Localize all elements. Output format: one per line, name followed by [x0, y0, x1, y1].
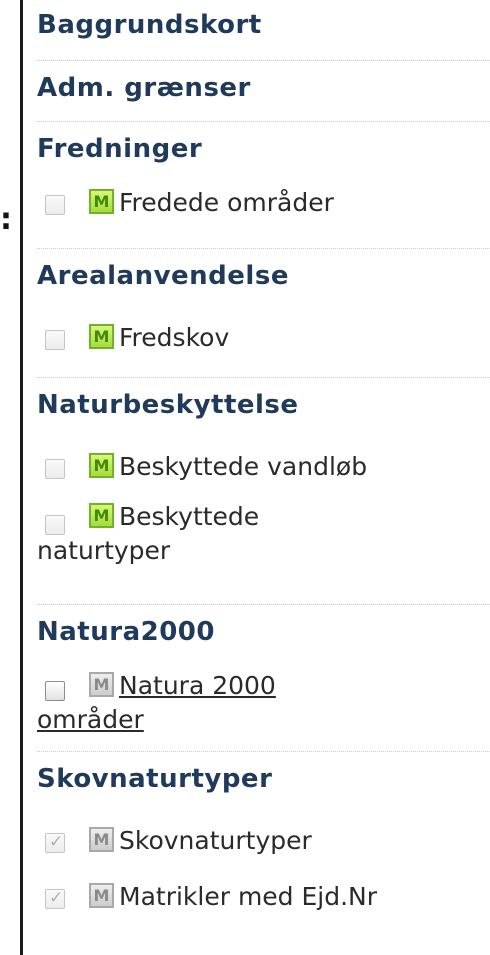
layer-item: M Beskyttede vandløb [37, 450, 490, 484]
group-natura2000: Natura2000 M Natura 2000 områder [37, 605, 490, 752]
map-layer-icon: M [89, 503, 114, 528]
map-layer-icon: M [89, 453, 114, 478]
group-header[interactable]: Fredninger [37, 122, 490, 164]
group-header[interactable]: Adm. grænser [37, 61, 490, 103]
layer-panel: Baggrundskort Adm. grænser Fredninger M … [20, 0, 490, 955]
layer-checkbox[interactable] [45, 681, 65, 701]
layer-checkbox-checked[interactable]: ✓ [45, 832, 65, 853]
group-header[interactable]: Arealanvendelse [37, 249, 490, 291]
layer-label: Skovnaturtyper [119, 826, 312, 855]
map-layer-icon: M [89, 324, 114, 349]
check-icon: ✓ [49, 832, 64, 852]
layer-label: Fredede områder [119, 188, 334, 217]
layer-label: Beskyttede vandløb [119, 452, 368, 481]
layer-checkbox[interactable] [45, 459, 65, 479]
layer-link[interactable]: Natura 2000 områder [0, 669, 327, 737]
layer-item: M Fredede områder [37, 186, 490, 220]
group-arealanvendelse: Arealanvendelse M Fredskov [37, 249, 490, 378]
group-skovnaturtyper: Skovnaturtyper ✓ M Skovnaturtyper ✓ M Ma… [37, 752, 490, 914]
layer-label: Matrikler med Ejd.Nr [119, 882, 378, 911]
map-layer-icon: M [89, 672, 114, 697]
group-header[interactable]: Baggrundskort [37, 0, 490, 40]
layer-checkbox[interactable] [45, 195, 65, 215]
layer-item: M Fredskov [37, 321, 490, 355]
map-layer-icon: M [89, 883, 114, 908]
check-icon: ✓ [49, 888, 64, 908]
layer-checkbox[interactable] [45, 330, 65, 350]
group-naturbeskyttelse: Naturbeskyttelse M Beskyttede vandløb M … [37, 378, 490, 605]
layer-checkbox-checked[interactable]: ✓ [45, 888, 65, 909]
group-baggrundskort: Baggrundskort [37, 0, 490, 61]
layer-checkbox[interactable] [45, 515, 65, 535]
group-header[interactable]: Skovnaturtyper [37, 752, 490, 794]
layer-item: M Beskyttede naturtyper [37, 500, 337, 568]
group-fredninger: Fredninger M Fredede områder [37, 122, 490, 249]
layer-label: Fredskov [119, 323, 230, 352]
layer-item: ✓ M Matrikler med Ejd.Nr [37, 880, 490, 914]
map-layer-icon: M [89, 827, 114, 852]
group-adm-graenser: Adm. grænser [37, 61, 490, 122]
group-header[interactable]: Natura2000 [37, 605, 490, 647]
map-layer-icon: M [89, 189, 114, 214]
layer-item: M Natura 2000 områder [37, 669, 327, 737]
group-header[interactable]: Naturbeskyttelse [37, 378, 490, 420]
layer-item: ✓ M Skovnaturtyper [37, 824, 490, 858]
